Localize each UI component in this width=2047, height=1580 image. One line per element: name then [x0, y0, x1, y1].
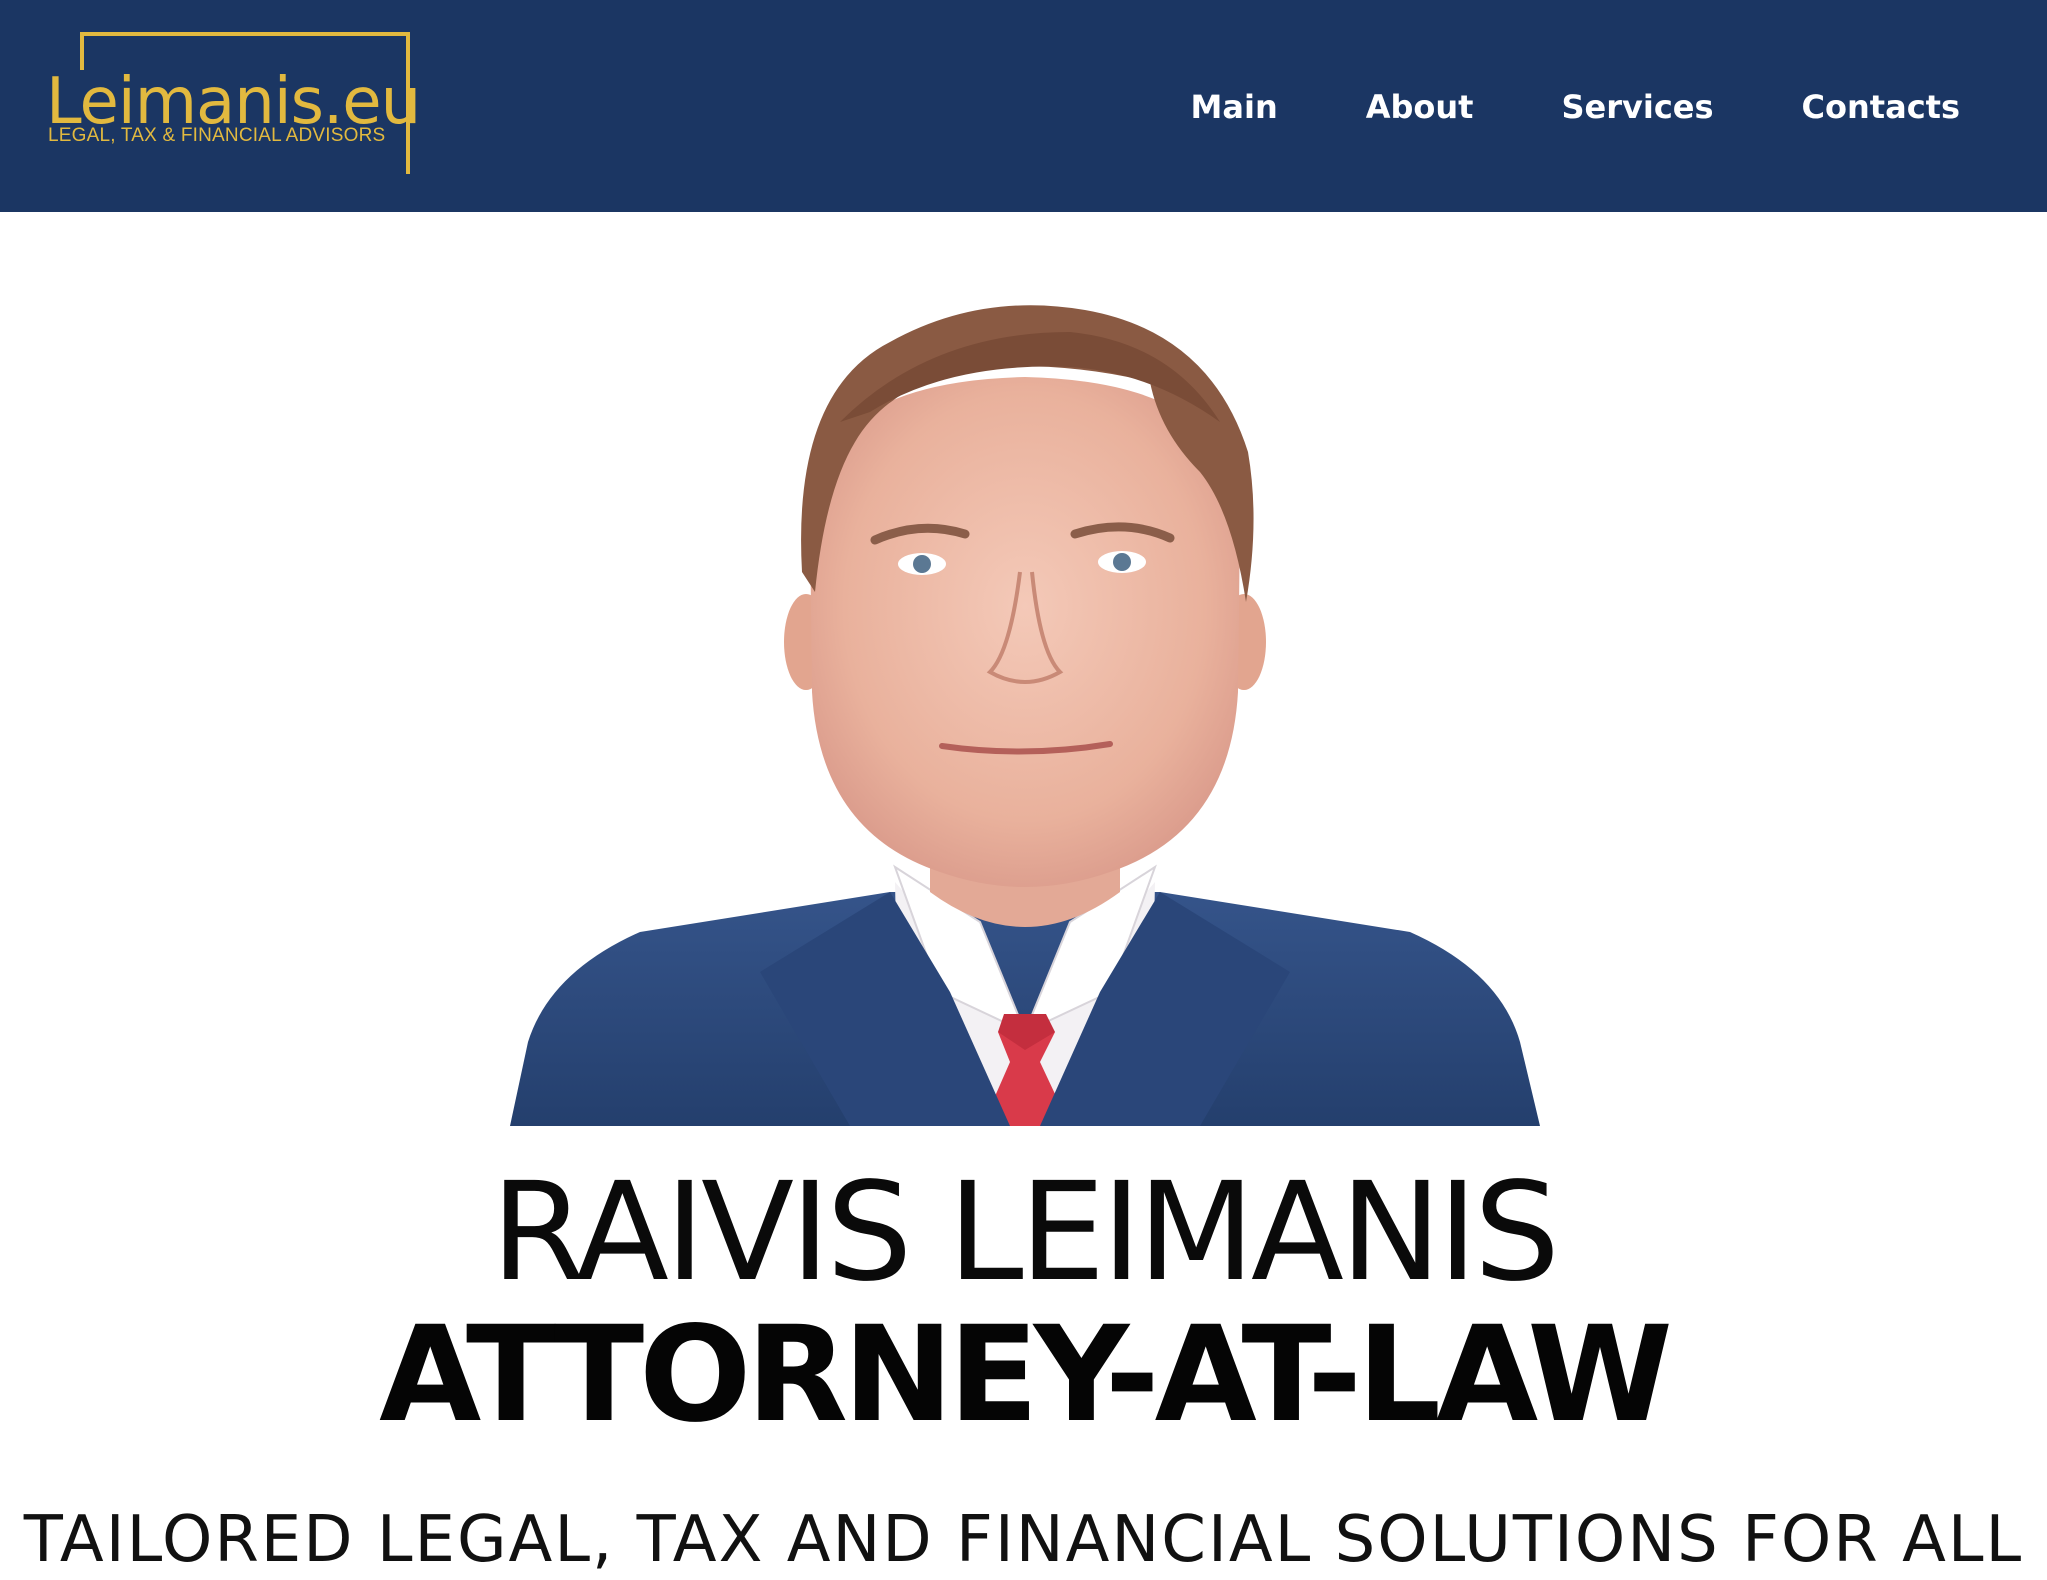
attorney-name: RAIVIS LEIMANIS	[490, 1154, 1560, 1312]
attorney-title: ATTORNEY-AT-LAW	[379, 1298, 1673, 1452]
nav-contacts[interactable]: Contacts	[1758, 80, 1960, 134]
main-nav: Main About Services Contacts	[1147, 80, 1960, 134]
site-header: Leimanis.eu LEGAL, TAX & FINANCIAL ADVIS…	[0, 0, 2047, 212]
logo-tagline: LEGAL, TAX & FINANCIAL ADVISORS	[48, 125, 386, 146]
nav-about[interactable]: About	[1322, 80, 1518, 134]
site-logo[interactable]: Leimanis.eu LEGAL, TAX & FINANCIAL ADVIS…	[46, 32, 421, 182]
attorney-portrait	[510, 272, 1540, 1126]
hero-subtitle: TAILORED LEGAL, TAX AND FINANCIAL SOLUTI…	[23, 1503, 2024, 1577]
nav-main[interactable]: Main	[1147, 80, 1322, 134]
nav-services[interactable]: Services	[1517, 80, 1757, 134]
